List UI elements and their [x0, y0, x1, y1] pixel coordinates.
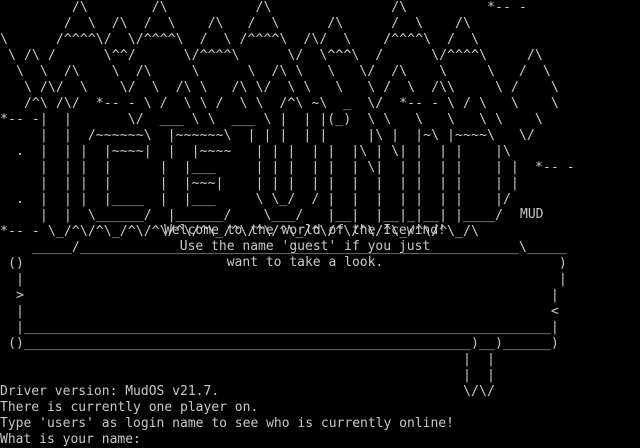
- welcome-message: Welcome to the world of the Icewind! Use…: [120, 223, 490, 271]
- console-output: Driver version: MudOS v21.7. There is cu…: [0, 384, 640, 448]
- name-prompt-label: What is your name:: [0, 432, 141, 447]
- users-hint-line: Type 'users' as login name to see who is…: [0, 416, 454, 431]
- terminal-window[interactable]: /\ /\ /\ /\ *-- - / \ /\ / \ /\ / \ /\ /…: [0, 0, 640, 448]
- login-name-input[interactable]: [148, 432, 449, 448]
- driver-version-line: Driver version: MudOS v21.7.: [0, 384, 220, 399]
- login-prompt-row: What is your name:: [0, 432, 640, 448]
- welcome-line-3: want to take a look.: [226, 255, 384, 270]
- icewind-ascii-banner: /\ /\ /\ /\ *-- - / \ /\ / \ /\ / \ /\ /…: [0, 0, 575, 399]
- welcome-line-2: Use the name 'guest' if you just: [179, 239, 431, 254]
- welcome-line-1: Welcome to the world of the Icewind!: [164, 223, 446, 238]
- players-online-line: There is currently one player on.: [0, 400, 259, 415]
- mud-label: MUD: [520, 207, 544, 222]
